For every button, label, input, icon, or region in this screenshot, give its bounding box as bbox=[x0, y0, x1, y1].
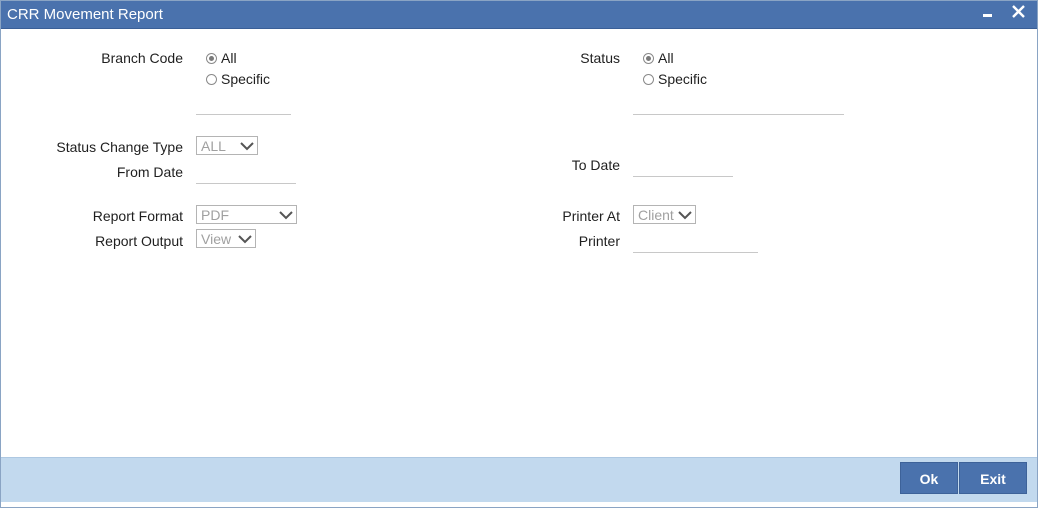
radio-indicator bbox=[206, 52, 217, 64]
radio-label: All bbox=[221, 50, 237, 66]
branch-code-label: Branch Code bbox=[101, 50, 183, 66]
chevron-down-icon bbox=[240, 142, 254, 151]
report-output-label: Report Output bbox=[95, 233, 183, 249]
printer-input[interactable] bbox=[633, 232, 758, 253]
radio-label: All bbox=[658, 50, 674, 66]
status-label: Status bbox=[580, 50, 620, 66]
select-value: PDF bbox=[201, 207, 229, 223]
from-date-input[interactable] bbox=[196, 163, 296, 184]
minimize-icon bbox=[983, 14, 992, 17]
title-bar: CRR Movement Report bbox=[1, 1, 1037, 29]
printer-at-label: Printer At bbox=[562, 208, 620, 224]
radio-label: Specific bbox=[658, 71, 708, 87]
report-format-label: Report Format bbox=[92, 208, 183, 224]
select-value: Client bbox=[638, 207, 674, 223]
to-date-input[interactable] bbox=[633, 156, 733, 177]
chevron-down-icon bbox=[678, 211, 692, 220]
select-value: View bbox=[201, 231, 232, 247]
from-date-label: From Date bbox=[116, 164, 183, 180]
printer-at-select[interactable]: Client bbox=[633, 205, 696, 224]
radio-indicator bbox=[643, 73, 654, 85]
radio-indicator bbox=[643, 52, 654, 64]
chevron-down-icon bbox=[279, 211, 293, 220]
ok-button[interactable]: Ok bbox=[900, 462, 958, 494]
minimize-button[interactable] bbox=[978, 3, 998, 23]
report-window: CRR Movement Report Branch Code All Spec… bbox=[0, 0, 1038, 508]
branch-code-input[interactable] bbox=[196, 94, 291, 115]
status-all-radio[interactable]: All bbox=[643, 50, 674, 66]
status-specific-radio[interactable]: Specific bbox=[643, 71, 707, 87]
radio-label: Specific bbox=[221, 71, 271, 87]
report-format-select[interactable]: PDF bbox=[196, 205, 297, 224]
chevron-down-icon bbox=[238, 235, 252, 244]
footer-bar bbox=[1, 457, 1037, 502]
branch-code-all-radio[interactable]: All bbox=[206, 50, 237, 66]
report-output-select[interactable]: View bbox=[196, 229, 256, 248]
branch-code-specific-radio[interactable]: Specific bbox=[206, 71, 270, 87]
status-change-type-label: Status Change Type bbox=[56, 139, 183, 155]
close-button[interactable] bbox=[1009, 3, 1029, 23]
window-title: CRR Movement Report bbox=[7, 6, 163, 23]
close-icon bbox=[1012, 5, 1025, 18]
to-date-label: To Date bbox=[571, 157, 620, 173]
status-input[interactable] bbox=[633, 94, 844, 115]
status-change-type-select[interactable]: ALL bbox=[196, 136, 258, 155]
select-value: ALL bbox=[201, 138, 226, 154]
exit-button[interactable]: Exit bbox=[959, 462, 1027, 494]
radio-indicator bbox=[206, 73, 217, 85]
printer-label: Printer bbox=[578, 233, 620, 249]
